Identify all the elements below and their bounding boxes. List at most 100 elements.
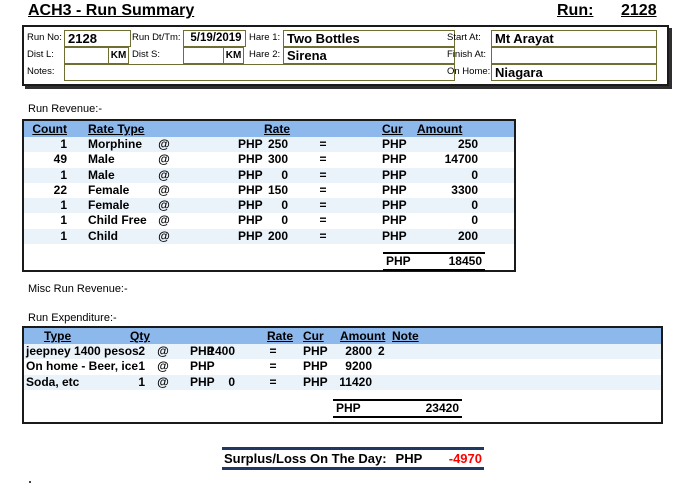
finish-at-field[interactable] bbox=[491, 47, 657, 64]
cell-amount: 0 bbox=[400, 168, 478, 183]
cell-equals: = bbox=[266, 344, 280, 359]
cell-equals: = bbox=[316, 213, 330, 228]
revenue-table: Count Rate Type Rate Cur Amount 1 Morphi… bbox=[22, 119, 516, 272]
cell-rate: 0 bbox=[236, 213, 288, 228]
cell-at: @ bbox=[156, 152, 172, 167]
on-home-label: On Home: bbox=[447, 64, 490, 80]
table-row: jeepney 1400 pesos 2 @ PHP 1400 = PHP 28… bbox=[24, 344, 661, 359]
table-row: 1 Child Free @ PHP 0 = PHP 0 bbox=[24, 213, 514, 228]
expenditure-table: Type Qty Rate Cur Amount Note jeepney 14… bbox=[22, 326, 663, 424]
revenue-section-label: Run Revenue:- bbox=[28, 103, 102, 115]
expenditure-total-cur: PHP bbox=[336, 401, 361, 416]
run-no-field[interactable]: 2128 bbox=[64, 30, 131, 47]
col-header-cur: Cur bbox=[382, 121, 403, 137]
run-number-value: 2128 bbox=[621, 2, 657, 20]
surplus-cur: PHP bbox=[396, 451, 423, 466]
cell-at: @ bbox=[156, 168, 172, 183]
km-unit-1: KM bbox=[108, 47, 129, 64]
hare1-label: Hare 1: bbox=[249, 30, 280, 46]
cell-qty: 1 bbox=[112, 375, 145, 390]
notes-field[interactable] bbox=[64, 64, 455, 81]
cell-amount: 250 bbox=[400, 137, 478, 152]
table-row: 1 Female @ PHP 0 = PHP 0 bbox=[24, 198, 514, 213]
cell-at: @ bbox=[155, 344, 171, 359]
cell-count: 1 bbox=[24, 137, 67, 152]
cell-equals: = bbox=[316, 183, 330, 198]
revenue-total-cur: PHP bbox=[386, 254, 411, 269]
col-header-type: Type bbox=[44, 328, 71, 344]
col-header-rate: Rate bbox=[267, 328, 293, 344]
cell-amount: 2800 bbox=[292, 344, 372, 359]
run-header-panel: Run No: 2128 Run Dt/Tm: 5/19/2019 Hare 1… bbox=[22, 25, 669, 86]
cell-qty: 2 bbox=[112, 344, 145, 359]
expenditure-total-amount: 23420 bbox=[426, 401, 459, 416]
cell-type: Soda, etc bbox=[26, 375, 79, 390]
cell-rate: 200 bbox=[236, 229, 288, 244]
table-row: 1 Child @ PHP 200 = PHP 200 bbox=[24, 229, 514, 244]
cell-count: 22 bbox=[24, 183, 67, 198]
cell-rate: 250 bbox=[236, 137, 288, 152]
hare1-field[interactable]: Two Bottles bbox=[283, 30, 455, 47]
misc-revenue-section-label: Misc Run Revenue:- bbox=[28, 283, 128, 295]
notes-label: Notes: bbox=[27, 64, 54, 80]
cell-rate: 0 bbox=[236, 198, 288, 213]
cell-equals: = bbox=[316, 137, 330, 152]
run-label: Run: bbox=[557, 2, 593, 20]
surplus-value: -4970 bbox=[422, 451, 482, 466]
finish-at-label: Finish At: bbox=[447, 47, 486, 63]
run-dt-label: Run Dt/Tm: bbox=[132, 30, 181, 46]
cell-rate: 0 bbox=[236, 168, 288, 183]
table-row: 1 Morphine @ PHP 250 = PHP 250 bbox=[24, 137, 514, 152]
cell-count: 1 bbox=[24, 198, 67, 213]
table-row: On home - Beer, ice 1 @ PHP = PHP 9200 bbox=[24, 359, 661, 374]
km-unit-2: KM bbox=[223, 47, 244, 64]
cell-amount: 3300 bbox=[400, 183, 478, 198]
cell-rate-type: Child bbox=[88, 229, 118, 244]
revenue-total: PHP 18450 bbox=[383, 252, 485, 271]
col-header-cur: Cur bbox=[303, 328, 324, 344]
run-dt-field[interactable]: 5/19/2019 bbox=[183, 30, 246, 47]
table-row: 1 Male @ PHP 0 = PHP 0 bbox=[24, 168, 514, 183]
cell-amount: 11420 bbox=[292, 375, 372, 390]
start-at-field[interactable]: Mt Arayat bbox=[491, 30, 657, 47]
cell-rate: 0 bbox=[182, 375, 235, 390]
table-row: Soda, etc 1 @ PHP 0 = PHP 11420 bbox=[24, 375, 661, 390]
dist-l-label: Dist L: bbox=[27, 47, 54, 63]
on-home-field[interactable]: Niagara bbox=[491, 64, 657, 81]
cell-amount: 9200 bbox=[292, 359, 372, 374]
table-row: 22 Female @ PHP 150 = PHP 3300 bbox=[24, 183, 514, 198]
cell-rate-type: Male bbox=[88, 152, 115, 167]
cell-rate: 1400 bbox=[182, 344, 235, 359]
cell-at: @ bbox=[156, 183, 172, 198]
cell-at: @ bbox=[156, 213, 172, 228]
dist-l-field[interactable] bbox=[64, 47, 109, 64]
cell-rate-type: Female bbox=[88, 183, 129, 198]
run-no-label: Run No: bbox=[27, 30, 62, 46]
cell-amount: 14700 bbox=[400, 152, 478, 167]
surplus-label: Surplus/Loss On The Day: bbox=[224, 451, 387, 466]
cell-equals: = bbox=[266, 359, 280, 374]
cell-rate-type: Male bbox=[88, 168, 115, 183]
cell-cur: PHP bbox=[190, 359, 215, 374]
cell-amount: 200 bbox=[400, 229, 478, 244]
cell-note: 2 bbox=[378, 344, 385, 359]
table-row: 49 Male @ PHP 300 = PHP 14700 bbox=[24, 152, 514, 167]
col-header-rate: Rate bbox=[264, 121, 290, 137]
dist-s-label: Dist S: bbox=[132, 47, 160, 63]
cell-rate-type: Morphine bbox=[88, 137, 142, 152]
dist-s-field[interactable] bbox=[183, 47, 224, 64]
cell-amount: 0 bbox=[400, 213, 478, 228]
cell-equals: = bbox=[316, 229, 330, 244]
cell-at: @ bbox=[155, 359, 171, 374]
cell-rate: 300 bbox=[236, 152, 288, 167]
hare2-field[interactable]: Sirena bbox=[283, 47, 455, 64]
cell-rate: 150 bbox=[236, 183, 288, 198]
cell-equals: = bbox=[266, 375, 280, 390]
expenditure-section-label: Run Expenditure:- bbox=[28, 312, 117, 324]
col-header-rate-type: Rate Type bbox=[88, 121, 144, 137]
col-header-amount: Amount bbox=[340, 328, 385, 344]
revenue-header-row: Count Rate Type Rate Cur Amount bbox=[24, 121, 514, 137]
cell-count: 1 bbox=[24, 168, 67, 183]
cell-count: 49 bbox=[24, 152, 67, 167]
cell-equals: = bbox=[316, 198, 330, 213]
